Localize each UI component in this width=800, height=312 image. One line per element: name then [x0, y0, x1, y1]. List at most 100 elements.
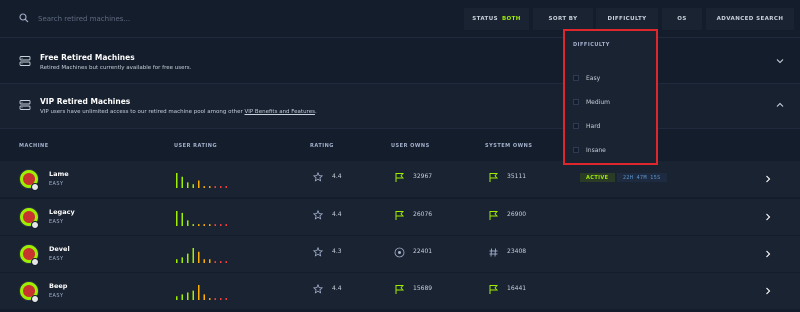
- vip-subtitle-text: VIP users have unlimited access to our r…: [40, 109, 245, 115]
- chevron-right-icon[interactable]: [764, 287, 772, 295]
- rating-bar: [198, 224, 200, 226]
- chevron-up-icon[interactable]: [776, 101, 784, 109]
- system-flag-icon: [489, 173, 499, 182]
- rating-bar: [209, 298, 211, 300]
- star-icon: [313, 210, 323, 220]
- dropdown-title: DIFFICULTY: [573, 42, 610, 48]
- rating-bar: [187, 182, 189, 188]
- os-icon: [31, 295, 39, 303]
- difficulty-option-insane[interactable]: Insane: [573, 144, 653, 156]
- star-icon: [313, 172, 323, 182]
- rating-value: 4.4: [332, 211, 342, 218]
- difficulty-option-easy[interactable]: Easy: [573, 72, 653, 84]
- status-filter-label: STATUS: [472, 16, 498, 22]
- checkbox[interactable]: [573, 75, 579, 81]
- sort-by-label: SORT BY: [548, 16, 578, 22]
- rating-bar: [203, 186, 205, 188]
- header-rating[interactable]: RATING: [310, 143, 334, 149]
- table-row[interactable]: Devel EASY 4.3 22401 23408: [0, 236, 800, 273]
- table-row[interactable]: Lame EASY 4.4 32967 35111 ACTIVE 22H 47M 15S: [0, 161, 800, 198]
- rating-bar: [203, 259, 205, 263]
- user-flag-icon: [395, 173, 405, 182]
- status-filter-value: BOTH: [501, 16, 521, 22]
- difficulty-dropdown: DIFFICULTY Easy Medium Hard Insane: [563, 29, 658, 165]
- rating-bar: [214, 186, 216, 188]
- rating-bar: [192, 224, 194, 226]
- chevron-right-icon[interactable]: [764, 213, 772, 221]
- rating-value: 4.3: [332, 248, 342, 255]
- vip-section-subtitle: VIP users have unlimited access to our r…: [40, 109, 317, 115]
- system-owns-count: 26900: [507, 211, 527, 218]
- table-header: MACHINE USER RATING RATING USER OWNS SYS…: [0, 140, 800, 154]
- rating-bar: [214, 298, 216, 300]
- rating-bar: [214, 224, 216, 226]
- difficulty-option-medium[interactable]: Medium: [573, 96, 653, 108]
- difficulty-filter-button[interactable]: DIFFICULTY: [596, 8, 658, 30]
- free-section-subtitle: Retired Machines but currently available…: [40, 65, 192, 71]
- machine-difficulty: EASY: [49, 219, 64, 225]
- user-flag-icon: [395, 211, 405, 220]
- rating-value: 4.4: [332, 173, 342, 180]
- advanced-search-button[interactable]: ADVANCED SEARCH: [706, 8, 794, 30]
- machine-name: Legacy: [49, 208, 75, 216]
- system-owns-count: 23408: [507, 248, 527, 255]
- search-icon: [19, 13, 29, 23]
- option-label: Easy: [586, 74, 601, 82]
- header-user-owns[interactable]: USER OWNS: [391, 143, 430, 149]
- rating-bar: [220, 298, 222, 300]
- time-remaining-badge: 22H 47M 15S: [617, 173, 667, 182]
- rating-bar: [209, 224, 211, 226]
- checkbox[interactable]: [573, 123, 579, 129]
- header-machine[interactable]: MACHINE: [19, 143, 49, 149]
- vip-retired-section[interactable]: VIP Retired Machines VIP users have unli…: [0, 84, 800, 129]
- rating-bar: [192, 184, 194, 188]
- rating-bar: [203, 224, 205, 226]
- difficulty-filter-label: DIFFICULTY: [607, 16, 647, 22]
- star-icon: [313, 247, 323, 257]
- system-owns-count: 16441: [507, 285, 527, 292]
- difficulty-option-hard[interactable]: Hard: [573, 120, 653, 132]
- header-user-rating[interactable]: USER RATING: [174, 143, 217, 149]
- rating-value: 4.4: [332, 285, 342, 292]
- machine-difficulty: EASY: [49, 256, 64, 262]
- option-label: Hard: [586, 122, 601, 130]
- vip-benefits-link[interactable]: VIP Benefits and Features: [244, 109, 314, 115]
- table-row[interactable]: Beep EASY 4.4 15689 16441: [0, 273, 800, 310]
- vip-section-title: VIP Retired Machines: [40, 97, 131, 106]
- chevron-right-icon[interactable]: [764, 250, 772, 258]
- search-input[interactable]: [38, 11, 338, 27]
- checkbox[interactable]: [573, 147, 579, 153]
- rating-bar: [198, 285, 200, 300]
- user-owns-count: 22401: [413, 248, 433, 255]
- rating-bar: [220, 261, 222, 263]
- rating-bar: [225, 261, 227, 263]
- sort-by-button[interactable]: SORT BY: [533, 8, 593, 30]
- rating-bar: [181, 212, 183, 226]
- checkbox[interactable]: [573, 99, 579, 105]
- star-icon: [313, 284, 323, 294]
- os-filter-button[interactable]: OS: [662, 8, 702, 30]
- chevron-down-icon[interactable]: [776, 57, 784, 65]
- rating-bar: [225, 298, 227, 300]
- rating-bar: [187, 253, 189, 263]
- advanced-search-label: ADVANCED SEARCH: [716, 16, 784, 22]
- rating-bar: [176, 259, 178, 263]
- rating-bar: [176, 173, 178, 188]
- user-flag-icon: [395, 285, 405, 294]
- machine-name: Beep: [49, 282, 68, 290]
- table-row[interactable]: Legacy EASY 4.4 26076 26900: [0, 199, 800, 236]
- header-system-owns[interactable]: SYSTEM OWNS: [485, 143, 532, 149]
- free-retired-section[interactable]: Free Retired Machines Retired Machines b…: [0, 38, 800, 84]
- os-filter-label: OS: [677, 16, 687, 22]
- chevron-right-icon[interactable]: [764, 175, 772, 183]
- server-icon: [19, 56, 31, 66]
- rating-bar: [198, 251, 200, 263]
- rating-bar: [192, 290, 194, 300]
- rating-bar: [181, 176, 183, 188]
- os-icon: [31, 258, 39, 266]
- option-label: Insane: [586, 146, 606, 154]
- rating-bar: [176, 211, 178, 226]
- status-filter-button[interactable]: STATUS BOTH: [464, 8, 529, 30]
- rating-bar: [214, 261, 216, 263]
- rating-bar: [181, 257, 183, 263]
